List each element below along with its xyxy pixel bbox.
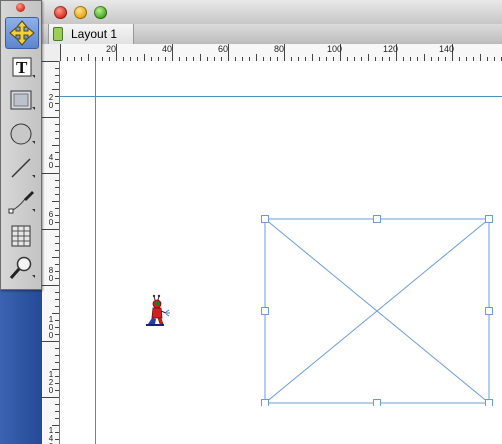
tab-label: Layout 1 — [71, 27, 118, 41]
resize-handle[interactable] — [373, 399, 381, 407]
move-arrows-icon — [9, 20, 35, 46]
ruler-label: 1 0 0 — [48, 315, 54, 340]
resize-handle[interactable] — [485, 399, 493, 407]
ruler-label: 4 0 — [48, 153, 54, 170]
ruler-label: 20 — [106, 44, 117, 54]
ruler-origin-box[interactable] — [42, 44, 61, 62]
ruler-label: 1 4 0 — [48, 426, 54, 444]
ruler-label: 40 — [162, 44, 173, 54]
tool-palette[interactable]: T — [0, 0, 42, 290]
magnifier-icon — [9, 256, 35, 279]
ruler-label: 120 — [383, 44, 399, 54]
ruler-label: 8 0 — [48, 266, 54, 283]
ruler-label: 2 0 — [48, 93, 54, 110]
layout-window: Layout 1 20 40 60 80 100 120 140 2 0 4 0… — [0, 0, 502, 444]
horizontal-ruler[interactable]: 20 40 60 80 100 120 140 — [60, 44, 502, 62]
zoom-tool-button[interactable] — [5, 253, 37, 283]
title-bar[interactable] — [0, 0, 502, 25]
image-frame-tool-button[interactable] — [5, 85, 37, 115]
resize-handle[interactable] — [261, 215, 269, 223]
layout-page-icon — [53, 27, 63, 41]
picture-frame-icon — [10, 90, 35, 110]
oval-tool-button[interactable] — [5, 119, 37, 149]
table-grid-icon — [11, 225, 31, 247]
move-tool-button[interactable] — [5, 17, 39, 49]
zoom-window-button[interactable] — [94, 6, 107, 19]
diagonal-line-icon — [11, 158, 35, 178]
vertical-ruler[interactable]: 2 0 4 0 6 0 8 0 1 0 0 1 2 0 1 4 0 — [42, 61, 60, 444]
ruler-label: 140 — [439, 44, 455, 54]
ruler-label: 80 — [274, 44, 285, 54]
layout-canvas[interactable] — [60, 61, 502, 444]
resize-handle[interactable] — [485, 215, 493, 223]
svg-text:T: T — [16, 58, 28, 77]
circle-icon — [10, 123, 35, 145]
close-window-button[interactable] — [54, 6, 67, 19]
horizontal-guide[interactable] — [60, 96, 502, 97]
text-tool-button[interactable]: T — [5, 53, 37, 83]
tab-layout-1[interactable]: Layout 1 — [48, 24, 134, 44]
desktop-background — [0, 288, 42, 444]
pen-nib-icon — [8, 191, 35, 214]
ruler-label: 100 — [327, 44, 343, 54]
resize-handle[interactable] — [373, 215, 381, 223]
palette-close-button[interactable] — [16, 3, 25, 12]
resize-handle[interactable] — [261, 307, 269, 315]
text-tool-icon: T — [12, 57, 35, 78]
table-tool-button[interactable] — [5, 221, 37, 251]
ruler-label: 60 — [218, 44, 229, 54]
selected-empty-frame[interactable] — [260, 214, 496, 406]
resize-handle[interactable] — [485, 307, 493, 315]
vertical-guide[interactable] — [95, 61, 96, 444]
minimize-window-button[interactable] — [74, 6, 87, 19]
resize-handle[interactable] — [261, 399, 269, 407]
line-tool-button[interactable] — [5, 153, 37, 183]
ruler-label: 6 0 — [48, 210, 54, 227]
pen-tool-button[interactable] — [5, 187, 37, 217]
ruler-label: 1 2 0 — [48, 370, 54, 395]
robot-cursor-icon — [146, 294, 170, 326]
layout-tab-bar: Layout 1 — [0, 24, 502, 45]
